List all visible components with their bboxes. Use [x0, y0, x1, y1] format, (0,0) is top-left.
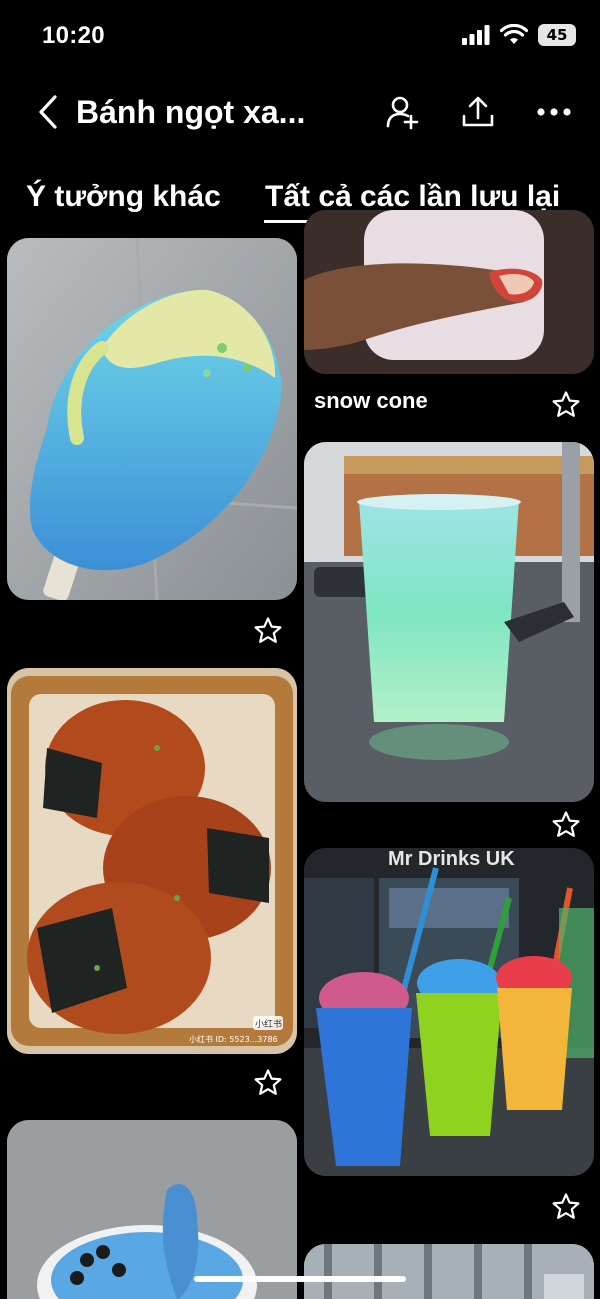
- wifi-icon: [500, 24, 528, 44]
- chevron-left-icon: [39, 95, 57, 129]
- pin-image: [7, 238, 297, 600]
- tab-more-ideas[interactable]: Ý tưởng khác: [26, 180, 221, 214]
- add-person-icon: [386, 96, 419, 130]
- pin-image: [7, 1120, 297, 1299]
- battery-icon: 45: [538, 24, 576, 46]
- home-indicator[interactable]: [194, 1276, 406, 1282]
- save-star-icon[interactable]: [551, 390, 581, 420]
- shop-sign: Mr Drinks UK: [388, 848, 515, 870]
- pin-image: [304, 848, 594, 1176]
- pin-image: [7, 668, 297, 1054]
- pin-image: [304, 210, 594, 374]
- status-time: 10:20: [42, 22, 105, 49]
- save-star-icon[interactable]: [551, 1192, 581, 1222]
- board-title: Bánh ngọt xa...: [76, 94, 306, 130]
- pin-storefront[interactable]: [304, 1244, 594, 1299]
- more-options-button[interactable]: [532, 90, 576, 134]
- pin-onigiri[interactable]: 小红书 小红书 ID: 5523...3786: [7, 668, 297, 1054]
- pin-image: [304, 1244, 594, 1299]
- more-dots-icon: [537, 108, 571, 116]
- pin-blue-smoothie-bowl[interactable]: [7, 1120, 297, 1299]
- share-button[interactable]: [456, 90, 500, 134]
- save-star-icon[interactable]: [253, 616, 283, 646]
- pin-blue-popsicle[interactable]: [7, 238, 297, 600]
- xiaohongshu-watermark-logo: 小红书: [255, 1020, 283, 1030]
- pin-caption: snow cone: [314, 388, 428, 413]
- pin-image: [304, 442, 594, 802]
- xiaohongshu-watermark-id: 小红书 ID: 5523...3786: [189, 1035, 278, 1044]
- save-star-icon[interactable]: [551, 810, 581, 840]
- tab-all-saves[interactable]: Tất cả các lần lưu lại: [265, 180, 560, 214]
- share-upload-icon: [462, 96, 494, 127]
- add-collaborator-button[interactable]: [380, 90, 424, 134]
- pin-green-slushie[interactable]: [304, 442, 594, 802]
- cellular-signal-icon: [462, 25, 490, 45]
- save-star-icon[interactable]: [253, 1068, 283, 1098]
- board-header: Bánh ngọt xa...: [0, 80, 600, 146]
- pin-mr-drinks-slushies[interactable]: Mr Drinks UK: [304, 848, 594, 1176]
- back-button[interactable]: [28, 92, 68, 132]
- status-icons: 45: [462, 24, 576, 46]
- pin-snow-cone[interactable]: [304, 210, 594, 374]
